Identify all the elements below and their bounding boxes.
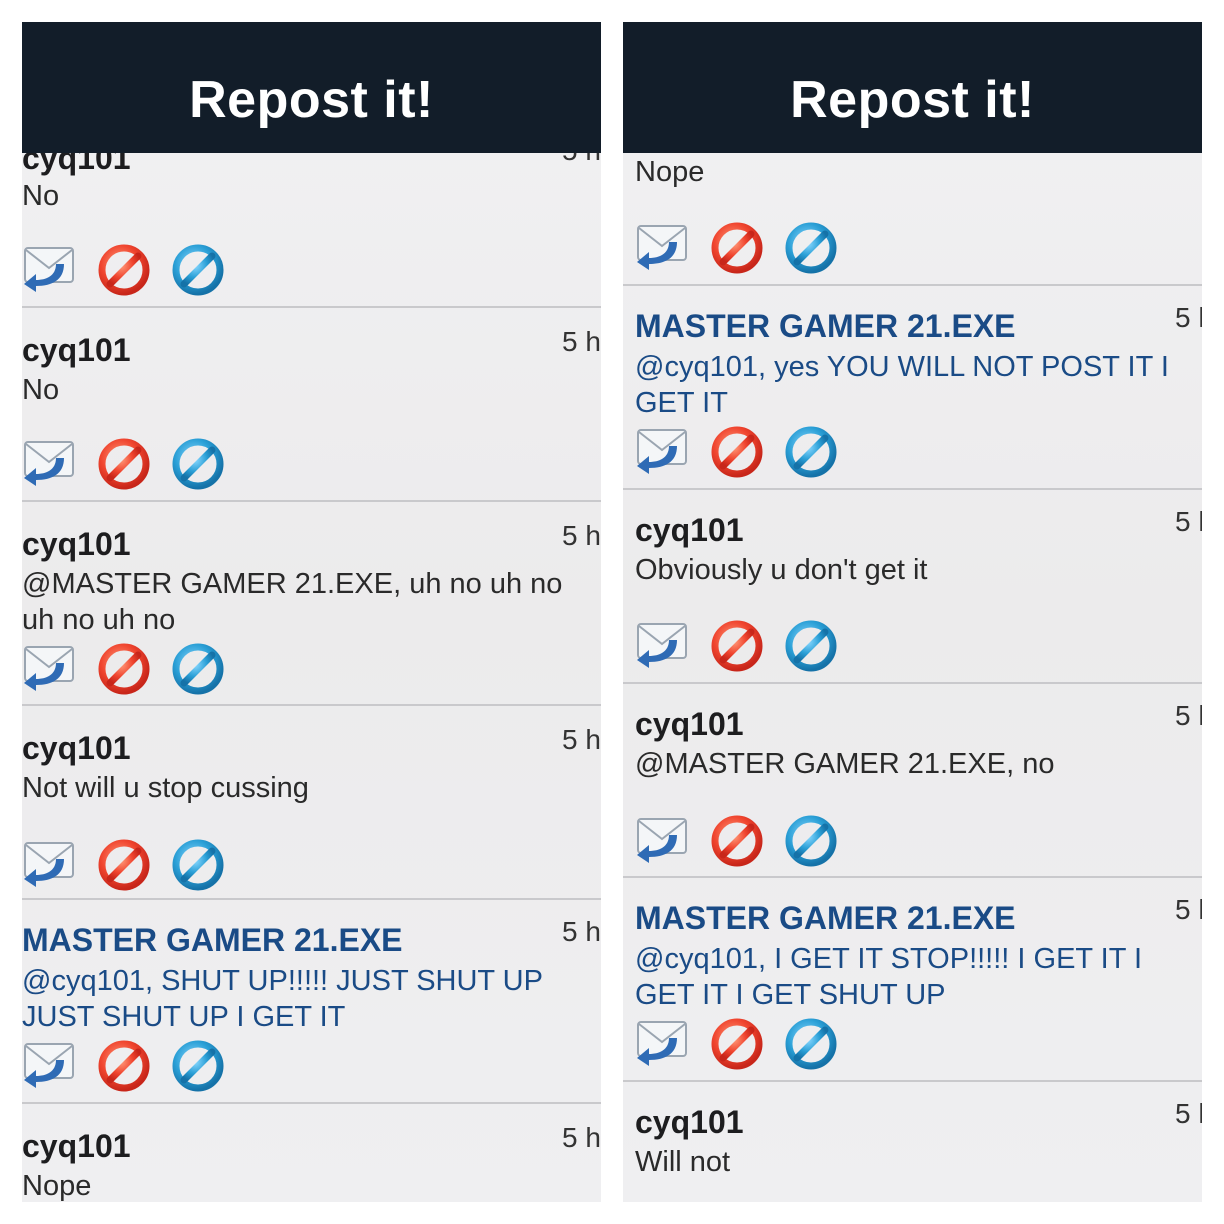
comment-actions bbox=[635, 620, 855, 672]
no-sign-red-icon[interactable] bbox=[98, 244, 150, 296]
comment-actions bbox=[22, 1040, 242, 1092]
comment-actions bbox=[635, 222, 855, 274]
comment-item: cyq101 5 h Will not bbox=[623, 1082, 1202, 1202]
comment-actions bbox=[22, 839, 242, 891]
reply-mail-icon[interactable] bbox=[22, 438, 78, 486]
comment-username[interactable]: MASTER GAMER 21.EXE bbox=[635, 900, 1016, 937]
reply-mail-icon[interactable] bbox=[635, 815, 691, 863]
comment-username[interactable]: cyq101 bbox=[22, 730, 131, 767]
comment-item: MASTER GAMER 21.EXE 5 h @cyq101, SHUT UP… bbox=[22, 900, 601, 1104]
comment-text: @cyq101, I GET IT STOP!!!!! I GET IT I G… bbox=[635, 943, 1143, 1011]
app-header: Repost it! bbox=[22, 22, 601, 153]
block-blue-icon[interactable] bbox=[172, 643, 224, 695]
comment-text: Obviously u don't get it bbox=[635, 554, 928, 586]
comment-actions bbox=[635, 815, 855, 867]
block-blue-icon[interactable] bbox=[172, 244, 224, 296]
comment-username[interactable]: cyq101 bbox=[635, 706, 744, 743]
block-blue-icon[interactable] bbox=[785, 426, 837, 478]
comment-timestamp: 5 h bbox=[562, 724, 601, 755]
comment-username[interactable]: cyq101 bbox=[635, 1104, 744, 1141]
comment-item: cyq101 5 h Not will u stop cussing bbox=[22, 706, 601, 900]
comment-username[interactable]: MASTER GAMER 21.EXE bbox=[635, 308, 1016, 345]
reply-mail-icon[interactable] bbox=[635, 1018, 691, 1066]
block-blue-icon[interactable] bbox=[172, 1040, 224, 1092]
comment-text: @MASTER GAMER 21.EXE, uh no uh no uh no … bbox=[22, 568, 563, 636]
comment-timestamp: 5 h bbox=[562, 326, 601, 357]
no-sign-red-icon[interactable] bbox=[711, 1018, 763, 1070]
right-screenshot-panel: Repost it! Nope MASTER GAMER 21.EXE 5 @c… bbox=[623, 22, 1202, 1202]
comment-actions bbox=[22, 438, 242, 490]
comment-text: @cyq101, yes YOU WILL NOT POST IT I GET … bbox=[635, 351, 1169, 419]
left-screenshot-panel: Repost it! cyq101 5 h No bbox=[22, 22, 601, 1202]
comment-text: @cyq101, SHUT UP!!!!! JUST SHUT UP JUST … bbox=[22, 965, 543, 1033]
comment-item: MASTER GAMER 21.EXE 5 h @cyq101, yes YOU… bbox=[623, 286, 1202, 490]
block-blue-icon[interactable] bbox=[785, 222, 837, 274]
comment-item: cyq101 5 h @MASTER GAMER 21.EXE, uh no u… bbox=[22, 502, 601, 706]
reply-mail-icon[interactable] bbox=[22, 643, 78, 691]
block-blue-icon[interactable] bbox=[172, 839, 224, 891]
comment-item: cyq101 5 h @MASTER GAMER 21.EXE, no bbox=[623, 684, 1202, 878]
block-blue-icon[interactable] bbox=[785, 1018, 837, 1070]
comment-item: cyq101 5 h Nope bbox=[22, 1104, 601, 1202]
block-blue-icon[interactable] bbox=[172, 438, 224, 490]
comment-text: No bbox=[22, 180, 60, 212]
no-sign-red-icon[interactable] bbox=[98, 1040, 150, 1092]
header-title: Repost it! bbox=[189, 71, 434, 129]
reply-mail-icon[interactable] bbox=[22, 244, 78, 292]
comment-item: cyq101 5 h No bbox=[22, 308, 601, 502]
comment-text: Not will u stop cussing bbox=[22, 772, 309, 804]
comment-text: Nope bbox=[635, 156, 705, 188]
comment-timestamp: 5 h bbox=[562, 1122, 601, 1153]
comment-item: MASTER GAMER 21.EXE 5 h @cyq101, I GET I… bbox=[623, 878, 1202, 1082]
no-sign-red-icon[interactable] bbox=[711, 426, 763, 478]
comment-timestamp: 5 h bbox=[562, 520, 601, 551]
comment-username[interactable]: cyq101 bbox=[22, 1128, 131, 1165]
block-blue-icon[interactable] bbox=[785, 815, 837, 867]
comment-username[interactable]: cyq101 bbox=[635, 512, 744, 549]
reply-mail-icon[interactable] bbox=[635, 620, 691, 668]
block-blue-icon[interactable] bbox=[785, 620, 837, 672]
comment-username[interactable]: cyq101 bbox=[22, 526, 131, 563]
comment-text: No bbox=[22, 374, 60, 406]
comment-actions bbox=[635, 1018, 855, 1070]
no-sign-red-icon[interactable] bbox=[98, 643, 150, 695]
comment-timestamp: 5 h bbox=[1175, 302, 1202, 333]
comment-timestamp: 5 h bbox=[562, 916, 601, 947]
comment-actions bbox=[635, 426, 855, 478]
comment-timestamp: 5 h bbox=[1175, 1098, 1202, 1129]
comment-timestamp: 5 h bbox=[1175, 506, 1202, 537]
comment-item: cyq101 5 h Obviously u don't get it bbox=[623, 490, 1202, 684]
no-sign-red-icon[interactable] bbox=[98, 438, 150, 490]
no-sign-red-icon[interactable] bbox=[98, 839, 150, 891]
reply-mail-icon[interactable] bbox=[635, 222, 691, 270]
comment-text: Will not bbox=[635, 1146, 731, 1178]
comment-actions bbox=[22, 244, 242, 296]
comment-timestamp: 5 h bbox=[1175, 894, 1202, 925]
app-header: Repost it! bbox=[623, 22, 1202, 153]
comment-timestamp: 5 h bbox=[1175, 700, 1202, 731]
reply-mail-icon[interactable] bbox=[22, 1040, 78, 1088]
no-sign-red-icon[interactable] bbox=[711, 222, 763, 274]
comment-username[interactable]: MASTER GAMER 21.EXE bbox=[22, 922, 403, 959]
reply-mail-icon[interactable] bbox=[635, 426, 691, 474]
comment-text: @MASTER GAMER 21.EXE, no bbox=[635, 748, 1055, 780]
header-title: Repost it! bbox=[790, 71, 1035, 129]
reply-mail-icon[interactable] bbox=[22, 839, 78, 887]
no-sign-red-icon[interactable] bbox=[711, 815, 763, 867]
comment-username[interactable]: cyq101 bbox=[22, 332, 131, 369]
no-sign-red-icon[interactable] bbox=[711, 620, 763, 672]
comment-actions bbox=[22, 643, 242, 695]
comment-text: Nope bbox=[22, 1170, 92, 1202]
